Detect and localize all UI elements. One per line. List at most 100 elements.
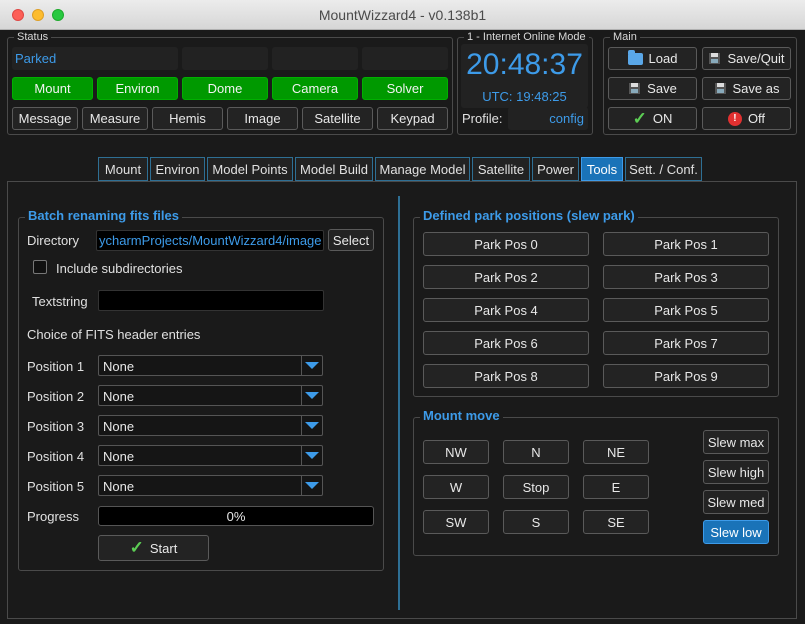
main-group-title: Main — [610, 30, 640, 44]
message-button[interactable]: Message — [12, 107, 78, 130]
park-pos-1-button[interactable]: Park Pos 1 — [603, 232, 769, 256]
utc-time: UTC: 19:48:25 — [482, 89, 567, 104]
park-pos-2-button[interactable]: Park Pos 2 — [423, 265, 589, 289]
park-pos-8-button[interactable]: Park Pos 8 — [423, 364, 589, 388]
checkmark-icon: ✓ — [632, 108, 647, 128]
checkmark-icon: ✓ — [129, 538, 144, 557]
tab-tools[interactable]: Tools — [581, 157, 623, 181]
chevron-down-icon — [301, 416, 322, 435]
position-5-label: Position 5 — [27, 479, 85, 494]
chevron-down-icon — [301, 356, 322, 375]
select-directory-button[interactable]: Select — [328, 229, 374, 251]
tab-model-build[interactable]: Model Build — [295, 157, 373, 181]
local-time: 20:48:37 — [466, 48, 583, 81]
park-pos-6-button[interactable]: Park Pos 6 — [423, 331, 589, 355]
park-pos-4-button[interactable]: Park Pos 4 — [423, 298, 589, 322]
park-pos-3-button[interactable]: Park Pos 3 — [603, 265, 769, 289]
directory-field[interactable]: ycharmProjects/MountWizzard4/image — [96, 230, 324, 251]
position-1-label: Position 1 — [27, 359, 85, 374]
save-label: Save — [647, 81, 677, 96]
chevron-down-icon — [301, 386, 322, 405]
park-pos-0-button[interactable]: Park Pos 0 — [423, 232, 589, 256]
park-pos-7-button[interactable]: Park Pos 7 — [603, 331, 769, 355]
position-5-select[interactable]: None — [98, 475, 323, 496]
status-group-title: Status — [14, 30, 52, 44]
slew-max-button[interactable]: Slew max — [703, 430, 769, 454]
on-button[interactable]: ✓ ON — [608, 107, 697, 130]
save-button[interactable]: Save — [608, 77, 697, 100]
move-sw-button[interactable]: SW — [423, 510, 489, 534]
position-2-select[interactable]: None — [98, 385, 323, 406]
chevron-down-icon — [301, 446, 322, 465]
save-as-button[interactable]: Save as — [702, 77, 791, 100]
folder-icon — [627, 49, 643, 65]
save-quit-label: Save/Quit — [727, 51, 785, 66]
start-label: Start — [149, 540, 178, 556]
status-text: Parked — [12, 47, 178, 70]
hemis-button[interactable]: Hemis — [152, 107, 223, 130]
tab-satellite[interactable]: Satellite — [472, 157, 530, 181]
tab-power[interactable]: Power — [532, 157, 579, 181]
exclamation-icon: ! — [727, 111, 742, 126]
tab-manage-model[interactable]: Manage Model — [375, 157, 470, 181]
textstring-label: Textstring — [32, 294, 88, 309]
image-button[interactable]: Image — [227, 107, 298, 130]
title-bar: MountWizzard4 - v0.138b1 — [0, 0, 805, 30]
mount-indicator: Mount — [12, 77, 93, 100]
save-quit-button[interactable]: Save/Quit — [702, 47, 791, 70]
batch-rename-title: Batch renaming fits files — [25, 209, 182, 223]
keypad-button[interactable]: Keypad — [377, 107, 448, 130]
include-subdirs-checkbox[interactable] — [33, 260, 47, 274]
position-1-value: None — [103, 359, 135, 374]
save-as-label: Save as — [732, 81, 780, 96]
tab-settings[interactable]: Sett. / Conf. — [625, 157, 702, 181]
position-1-select[interactable]: None — [98, 355, 323, 376]
profile-value: config — [508, 107, 588, 130]
move-e-button[interactable]: E — [583, 475, 649, 499]
panel-divider — [398, 196, 400, 610]
slew-med-button[interactable]: Slew med — [703, 490, 769, 514]
window-title: MountWizzard4 - v0.138b1 — [318, 7, 487, 23]
slew-high-button[interactable]: Slew high — [703, 460, 769, 484]
tab-mount[interactable]: Mount — [98, 157, 148, 181]
progress-bar: 0% — [98, 506, 374, 526]
position-5-value: None — [103, 479, 135, 494]
clock-display: 20:48:37 UTC: 19:48:25 — [461, 44, 588, 108]
dome-indicator: Dome — [182, 77, 268, 100]
progress-text: 0% — [226, 509, 246, 524]
position-2-value: None — [103, 389, 135, 404]
slew-low-button[interactable]: Slew low — [703, 520, 769, 544]
fits-choice-label: Choice of FITS header entries — [27, 327, 201, 342]
position-4-select[interactable]: None — [98, 445, 323, 466]
floppy-icon — [708, 52, 722, 65]
move-n-button[interactable]: N — [503, 440, 569, 464]
position-4-value: None — [103, 449, 135, 464]
position-3-select[interactable]: None — [98, 415, 323, 436]
move-nw-button[interactable]: NW — [423, 440, 489, 464]
profile-label: Profile: — [462, 111, 503, 126]
off-button[interactable]: ! Off — [702, 107, 791, 130]
move-se-button[interactable]: SE — [583, 510, 649, 534]
measure-button[interactable]: Measure — [82, 107, 148, 130]
status-empty-cell — [362, 47, 448, 70]
progress-label: Progress — [27, 509, 80, 524]
camera-indicator: Camera — [272, 77, 358, 100]
off-label: Off — [747, 111, 766, 126]
floppy-icon — [628, 82, 642, 95]
mount-move-title: Mount move — [420, 409, 503, 423]
move-s-button[interactable]: S — [503, 510, 569, 534]
textstring-field[interactable] — [98, 290, 324, 311]
satellite-button[interactable]: Satellite — [302, 107, 373, 130]
park-pos-5-button[interactable]: Park Pos 5 — [603, 298, 769, 322]
tab-model-points[interactable]: Model Points — [207, 157, 293, 181]
position-2-label: Position 2 — [27, 389, 85, 404]
move-ne-button[interactable]: NE — [583, 440, 649, 464]
include-subdirs-label: Include subdirectories — [56, 261, 183, 276]
park-pos-9-button[interactable]: Park Pos 9 — [603, 364, 769, 388]
move-w-button[interactable]: W — [423, 475, 489, 499]
tab-environ[interactable]: Environ — [150, 157, 205, 181]
start-button[interactable]: ✓ Start — [98, 535, 209, 561]
park-positions-title: Defined park positions (slew park) — [420, 209, 638, 223]
load-button[interactable]: Load — [608, 47, 697, 70]
move-stop-button[interactable]: Stop — [503, 475, 569, 499]
